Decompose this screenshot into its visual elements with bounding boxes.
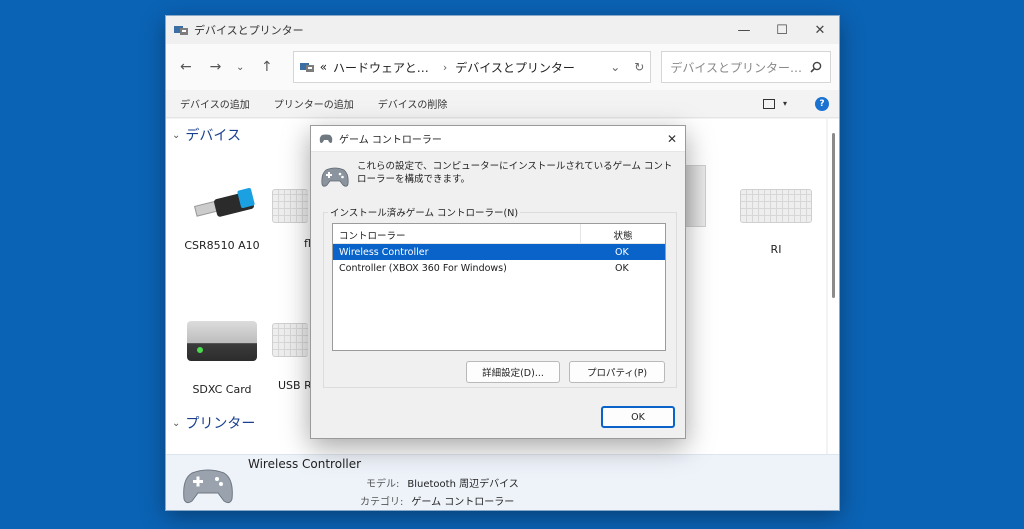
group-printers-label: プリンター	[185, 416, 256, 432]
device-label: fl	[304, 237, 311, 250]
help-icon[interactable]: ?	[815, 96, 829, 111]
card-reader-icon	[187, 321, 257, 361]
controller-list[interactable]: コントローラー 状態 Wireless Controller OK Contro…	[332, 223, 666, 351]
device-label: CSR8510 A10	[184, 239, 260, 252]
installed-controllers-label: インストール済みゲーム コントローラー(N)	[328, 205, 521, 219]
remove-device-button[interactable]: デバイスの削除	[378, 96, 448, 111]
dialog-intro: これらの設定で、コンピューターにインストールされているゲーム コントローラーを構…	[321, 160, 677, 188]
advanced-settings-button[interactable]: 詳細設定(D)...	[466, 361, 560, 383]
category-label: カテゴリ:	[360, 497, 404, 508]
devices-printers-icon	[299, 63, 314, 72]
group-devices-label: デバイス	[185, 128, 241, 144]
back-button[interactable]: ←	[174, 55, 198, 79]
keyboard-icon	[272, 323, 308, 357]
address-bar[interactable]: « ハードウェアと… › デバイスとプリンター ⌄ ↻	[292, 51, 652, 83]
controller-name: Controller (XBOX 360 For Windows)	[339, 262, 507, 274]
search-icon[interactable]	[810, 61, 822, 73]
model-row: モデル: Bluetooth 周辺デバイス	[366, 475, 519, 490]
keyboard-icon	[740, 189, 812, 223]
keyboard-icon	[272, 189, 308, 223]
device-label: USB R	[278, 379, 312, 392]
gamepad-icon	[319, 134, 333, 143]
group-devices-header[interactable]: ⌄ デバイス	[172, 125, 241, 145]
dialog-title: ゲーム コントローラー	[339, 135, 442, 146]
dialog-title-bar: ゲーム コントローラー ✕	[311, 126, 685, 152]
device-item[interactable]: CSR8510 A10	[172, 181, 272, 252]
address-dropdown-icon[interactable]: ⌄	[610, 60, 620, 74]
category-value: ゲーム コントローラー	[411, 497, 515, 508]
model-label: モデル:	[366, 479, 400, 490]
search-input[interactable]: デバイスとプリンター…	[661, 51, 832, 83]
up-button[interactable]: ↑	[255, 55, 279, 79]
breadcrumb-hardware[interactable]: ハードウェアと…	[333, 59, 429, 76]
controller-row[interactable]: Wireless Controller OK	[333, 244, 665, 260]
minimize-button[interactable]: —	[725, 16, 763, 44]
category-row: カテゴリ: ゲーム コントローラー	[360, 493, 514, 508]
add-device-button[interactable]: デバイスの追加	[180, 96, 250, 111]
command-bar: デバイスの追加 プリンターの追加 デバイスの削除 ▾ ?	[166, 90, 839, 118]
view-options-icon[interactable]	[762, 98, 775, 109]
usb-dongle-icon	[187, 181, 257, 231]
details-pane: Wireless Controller モデル: Bluetooth 周辺デバイス…	[166, 454, 839, 510]
search-placeholder: デバイスとプリンター…	[670, 60, 803, 75]
selected-device-name: Wireless Controller	[248, 457, 362, 471]
ok-button[interactable]: OK	[601, 406, 675, 428]
model-value: Bluetooth 周辺デバイス	[407, 479, 519, 490]
navigation-bar: ← → ⌄ ↑ « ハードウェアと… › デバイスとプリンター ⌄ ↻ デバイス…	[166, 44, 839, 90]
vertical-scrollbar[interactable]	[828, 119, 839, 454]
dialog-close-button[interactable]: ✕	[667, 132, 677, 146]
close-button[interactable]: ✕	[801, 16, 839, 44]
list-header: コントローラー 状態	[333, 224, 665, 244]
recent-locations-button[interactable]: ⌄	[233, 55, 247, 79]
breadcrumb-overflow[interactable]: «	[320, 60, 327, 74]
device-label: SDXC Card	[192, 383, 252, 396]
controller-status: OK	[615, 246, 629, 258]
column-header-status[interactable]: 状態	[581, 224, 665, 243]
device-label: RI	[770, 243, 782, 256]
gamepad-icon	[183, 469, 233, 504]
controller-status: OK	[615, 262, 629, 274]
column-header-controller[interactable]: コントローラー	[333, 224, 581, 243]
devices-printers-icon	[174, 26, 188, 35]
view-dropdown-icon[interactable]: ▾	[783, 99, 787, 108]
device-item[interactable]: RI	[726, 181, 826, 256]
forward-button[interactable]: →	[204, 55, 228, 79]
device-item[interactable]: SDXC Card	[172, 315, 272, 396]
breadcrumb-devices-printers[interactable]: デバイスとプリンター	[455, 59, 575, 76]
dialog-description: これらの設定で、コンピューターにインストールされているゲーム コントローラーを構…	[357, 161, 673, 185]
refresh-icon[interactable]: ↻	[634, 60, 644, 74]
scrollbar-thumb[interactable]	[832, 133, 835, 298]
gamepad-icon	[321, 167, 349, 187]
controller-name: Wireless Controller	[339, 246, 429, 258]
chevron-down-icon: ⌄	[172, 129, 181, 141]
device-item[interactable]: fl	[272, 181, 312, 250]
maximize-button[interactable]: ☐	[763, 16, 801, 44]
window-title: デバイスとプリンター	[194, 24, 304, 37]
title-bar: デバイスとプリンター — ☐ ✕	[166, 16, 839, 44]
installed-controllers-group: インストール済みゲーム コントローラー(N) コントローラー 状態 Wirele…	[323, 205, 677, 388]
properties-button[interactable]: プロパティ(P)	[569, 361, 665, 383]
chevron-down-icon: ⌄	[172, 417, 181, 429]
controller-row[interactable]: Controller (XBOX 360 For Windows) OK	[333, 260, 665, 276]
game-controllers-dialog: ゲーム コントローラー ✕ これらの設定で、コンピューターにインストールされてい…	[310, 125, 686, 439]
add-printer-button[interactable]: プリンターの追加	[274, 96, 354, 111]
breadcrumb-separator[interactable]: ›	[443, 61, 447, 74]
group-printers-header[interactable]: ⌄ プリンター	[172, 413, 255, 433]
device-item[interactable]: USB R	[272, 315, 312, 392]
